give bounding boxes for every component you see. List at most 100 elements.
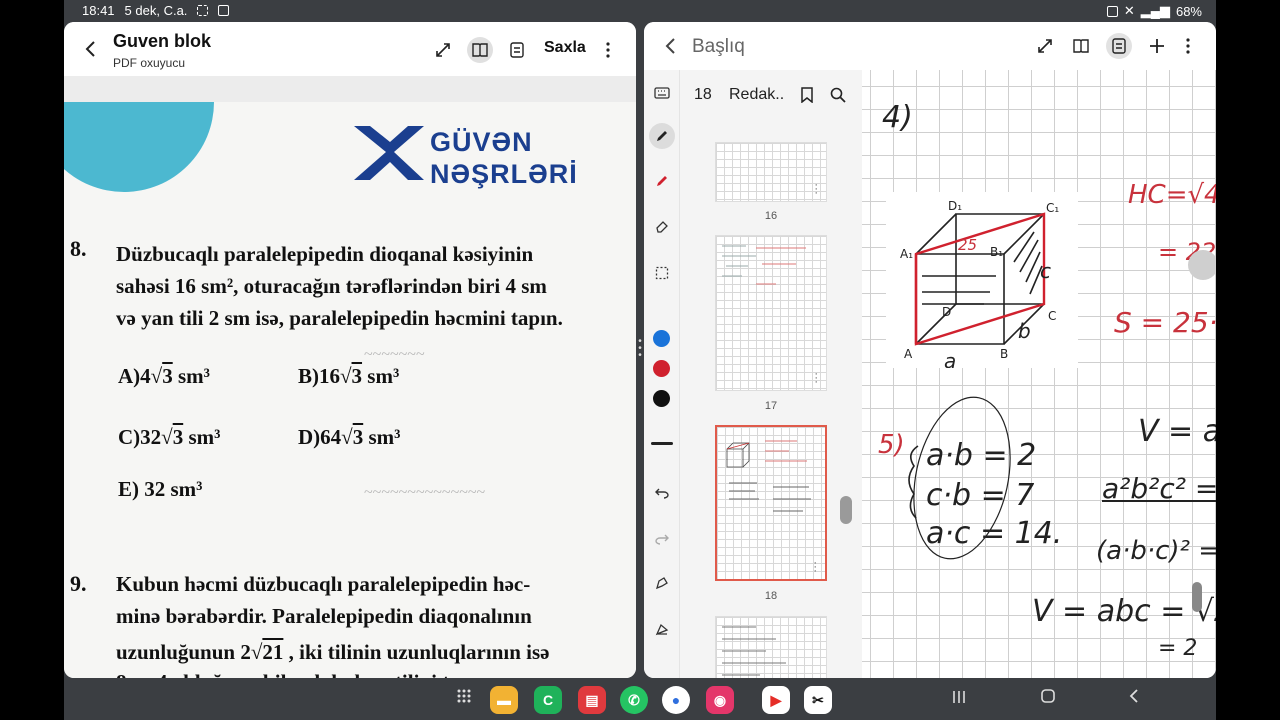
vertex-label-d1: D₁ <box>948 199 962 213</box>
back-button-icon[interactable] <box>1128 688 1140 709</box>
pen-tool-icon[interactable] <box>649 123 675 149</box>
whatsapp-icon[interactable]: ✆ <box>620 686 648 714</box>
book-view-icon[interactable] <box>467 37 493 63</box>
handwriting-problem-5: 5) <box>878 430 905 460</box>
back-arrow-icon[interactable] <box>78 36 104 62</box>
thumbnail-menu-icon[interactable]: · · · <box>814 369 818 388</box>
handwriting-eq-ac: a·c = 14. <box>926 516 1063 551</box>
status-time: 18:41 <box>82 3 115 18</box>
bookmark-icon[interactable] <box>794 82 820 108</box>
signal-icon: ▂▄▆ <box>1140 3 1170 18</box>
tablet-display: 18:41 5 dek, C.a. ✕ ▂▄▆ 68% Guven blok P… <box>64 0 1216 720</box>
thumbnail-label: 17 <box>764 400 778 412</box>
option-e: E) 32 sm³ <box>118 477 203 501</box>
note-canvas[interactable]: 4) D₁ C₁ A₁ B₁ D C A B 25 c b a HC=√4 = … <box>862 70 1216 678</box>
split-divider-handle[interactable]: • • • <box>638 337 642 362</box>
more-options-icon[interactable] <box>1175 33 1201 59</box>
highlighter-icon[interactable] <box>649 168 675 194</box>
keyboard-icon[interactable] <box>649 80 675 106</box>
handwriting-abc-squared: a²b²c² = 2 <box>1102 472 1216 505</box>
drawing-toolbar <box>644 70 680 678</box>
edit-pages-button[interactable]: Redak.. <box>729 86 784 104</box>
thumbnail-label: 18 <box>764 590 778 602</box>
page-view-icon[interactable] <box>1106 33 1132 59</box>
question-9-number: 9. <box>70 571 87 596</box>
page-count: 18 <box>694 86 712 103</box>
notes-app-icon[interactable]: ▤ <box>578 686 606 714</box>
vertex-label-c1: C₁ <box>1046 201 1059 215</box>
handwriting-v-abc: V = abc = √2 <box>1032 594 1216 629</box>
battery-level: 68% <box>1175 3 1202 19</box>
youtube-icon[interactable]: ▶ <box>762 686 790 714</box>
option-d: D)64√3 sm³ <box>298 425 401 449</box>
handwriting-abc-paren: (a·b·c)² = <box>1096 536 1216 566</box>
page-thumbnail[interactable] <box>715 616 827 678</box>
phone-app-icon[interactable]: C <box>534 686 562 714</box>
decorative-shape <box>64 102 214 192</box>
lasso-select-icon[interactable] <box>649 260 675 286</box>
page-thumbnail-selected[interactable]: · · · <box>715 425 827 581</box>
edge-label-b: b <box>1018 319 1031 343</box>
ruler-pen-icon[interactable] <box>649 616 675 642</box>
question-8-line-1: Düzbucaqlı paralelepipedin dioqanal kəsi… <box>116 242 534 266</box>
document-subtitle: PDF oxuyucu <box>113 56 186 70</box>
canvas-scroll-handle[interactable] <box>1188 250 1216 280</box>
page-gap <box>64 76 636 102</box>
undo-icon[interactable] <box>649 480 675 506</box>
checkbox-icon <box>218 5 230 16</box>
navigation-bar: ▬ C ▤ ✆ ● ◉ ▶ ✂ <box>64 680 1216 720</box>
document-title: Guven blok <box>113 31 212 51</box>
logo-line-2: NƏŞRLƏRİ <box>430 159 578 189</box>
camera-app-icon[interactable]: ◉ <box>706 686 734 714</box>
home-button-icon[interactable] <box>1040 688 1056 709</box>
color-swatch-red[interactable] <box>653 360 670 377</box>
eraser-icon[interactable] <box>649 213 675 239</box>
thumbnail-menu-icon[interactable]: · · · <box>814 180 818 199</box>
cube-diagram: D₁ C₁ A₁ B₁ D C A B 25 c b a <box>886 192 1078 373</box>
mute-icon: ✕ <box>1123 3 1135 18</box>
thumbnail-scrollbar[interactable] <box>840 496 852 524</box>
handwriting-eq-cb: c·b = 7 <box>926 478 1035 513</box>
question-8-line-2: sahəsi 16 sm², oturacağın tərəflərindən … <box>116 274 547 298</box>
vertex-label-b1: B₁ <box>990 245 1003 259</box>
search-icon[interactable] <box>825 82 851 108</box>
page-thumbnails-panel: 18 Redak.. · · · 16 · · · 17 · · · 18 <box>680 70 862 678</box>
page-thumbnail[interactable]: · · · <box>715 235 827 391</box>
more-options-icon[interactable] <box>595 37 621 63</box>
canvas-scrollbar[interactable] <box>1192 582 1202 612</box>
handwriting-s-eq: S = 25·8 <box>1114 306 1216 339</box>
redo-icon[interactable] <box>649 526 675 552</box>
files-app-icon[interactable]: ▬ <box>490 686 518 714</box>
app-drawer-icon[interactable] <box>456 688 472 709</box>
status-date: 5 dek, C.a. <box>124 3 188 18</box>
messages-app-icon[interactable]: ● <box>662 686 690 714</box>
question-9-line-3: uzunluğunun 2√21 , iki tilinin uzunluqla… <box>116 640 550 664</box>
shape-pen-icon[interactable] <box>649 570 675 596</box>
question-8-number: 8. <box>70 236 87 261</box>
expand-icon[interactable] <box>430 37 456 63</box>
vertex-label-c: C <box>1048 309 1056 323</box>
screen-capture-icon <box>197 5 209 16</box>
page-thumbnail[interactable]: · · · <box>715 142 827 202</box>
option-a: A)4√3 sm³ <box>118 364 210 388</box>
stroke-width-selector[interactable] <box>651 442 673 445</box>
handwriting-eq-ab: a·b = 2 <box>926 438 1037 473</box>
note-title: Başlıq <box>692 36 745 57</box>
book-view-icon[interactable] <box>1068 33 1094 59</box>
pdf-page[interactable]: GÜVƏN NƏŞRLƏRİ 8. Düzbucaqlı paralelepip… <box>64 102 636 678</box>
vertex-label-b: B <box>1000 347 1008 361</box>
color-swatch-black[interactable] <box>653 390 670 407</box>
add-page-icon[interactable] <box>1144 33 1170 59</box>
capcut-icon[interactable]: ✂ <box>804 686 832 714</box>
handwriting-problem-4: 4) <box>882 100 913 135</box>
lock-icon <box>1106 5 1118 17</box>
back-arrow-icon[interactable] <box>658 33 684 59</box>
page-view-icon[interactable] <box>504 37 530 63</box>
thumbnail-menu-icon[interactable]: · · · <box>813 558 817 577</box>
color-swatch-blue[interactable] <box>653 330 670 347</box>
save-button[interactable]: Saxla <box>544 39 586 57</box>
recent-apps-icon[interactable] <box>952 688 966 709</box>
expand-icon[interactable] <box>1032 33 1058 59</box>
question-9-line-4: 8 və 4 olduğunu bilərək kubun tilini tap… <box>116 666 494 678</box>
edge-label-c: c <box>1040 259 1051 283</box>
